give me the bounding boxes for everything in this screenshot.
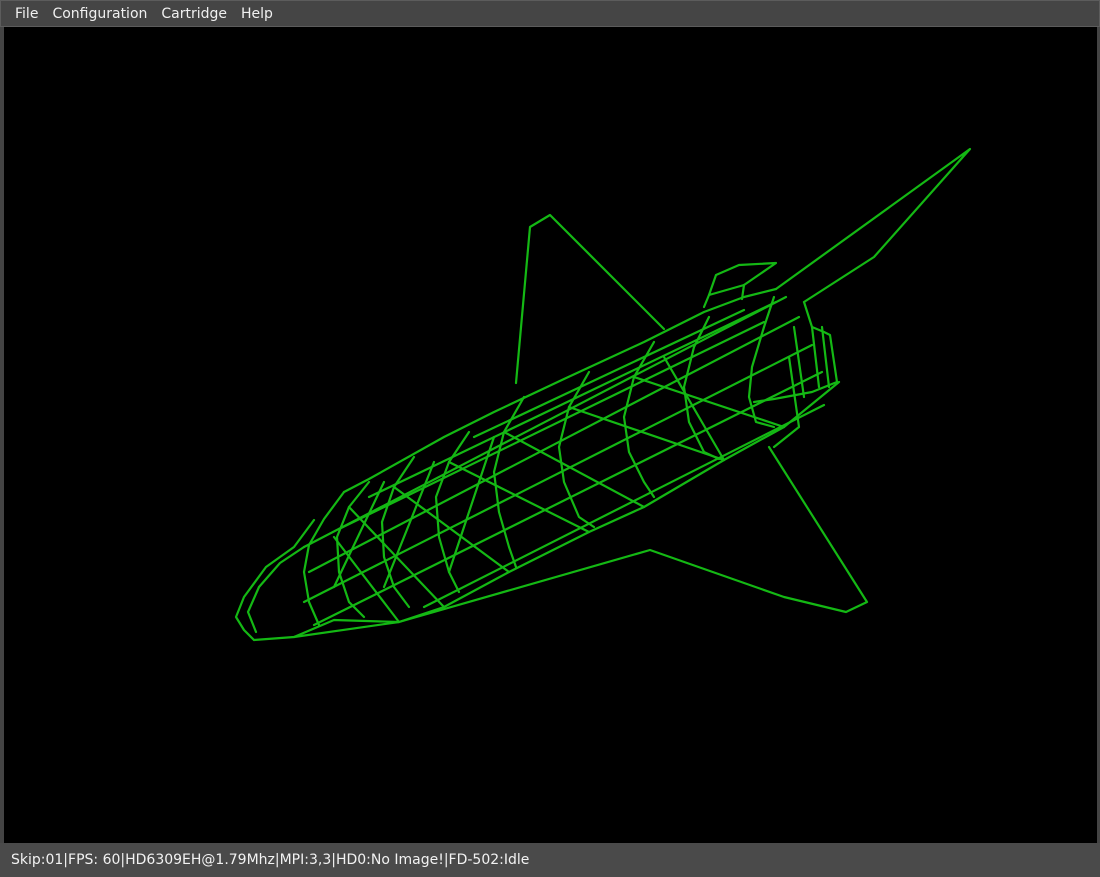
emulator-window: File Configuration Cartridge Help Skip:0…: [0, 0, 1100, 877]
emulator-display[interactable]: [4, 27, 1097, 843]
hatch-10: [447, 435, 496, 574]
status-bar: Skip:01|FPS: 60|HD6309EH@1.79Mhz|MPI:3,3…: [0, 843, 1100, 877]
menu-cartridge[interactable]: Cartridge: [154, 3, 234, 25]
space-shuttle-wireframe: [234, 147, 972, 642]
tail-spike: [774, 147, 972, 304]
menu-help[interactable]: Help: [234, 3, 280, 25]
frame-8: [747, 295, 776, 429]
nose-cone: [234, 518, 316, 642]
stringer-8: [337, 320, 766, 531]
status-text: Skip:01|FPS: 60|HD6309EH@1.79Mhz|MPI:3,3…: [11, 852, 530, 868]
menu-file[interactable]: File: [8, 3, 45, 25]
frame-3: [434, 430, 471, 594]
menu-configuration[interactable]: Configuration: [45, 3, 154, 25]
menu-bar: File Configuration Cartridge Help: [0, 0, 1100, 27]
hatch-4: [447, 460, 591, 534]
stringer-6: [422, 403, 826, 609]
lower-wing-outline: [252, 445, 869, 642]
hatch-3: [392, 485, 511, 574]
frame-4: [492, 395, 526, 569]
